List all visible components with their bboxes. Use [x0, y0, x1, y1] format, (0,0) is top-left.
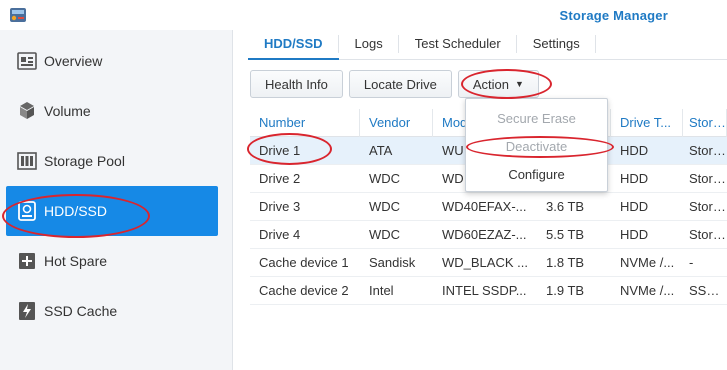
title-bar: Storage Manager [0, 0, 727, 30]
table-cell: NVMe /... [620, 282, 675, 298]
sidebar-item-volume[interactable]: Volume [6, 86, 218, 136]
table-cell: 1.9 TB [546, 282, 585, 298]
table-cell: Drive 2 [259, 170, 301, 186]
table-row[interactable]: Drive 4 WDC WD60EZAZ-... 5.5 TB HDD Stor… [250, 221, 727, 249]
menu-item-configure[interactable]: Configure [466, 161, 607, 189]
tab-hdd-ssd[interactable]: HDD/SSD [248, 30, 339, 60]
hdd-icon [16, 200, 38, 222]
column-header[interactable]: Storag [683, 108, 727, 137]
table-row[interactable]: Cache device 1 Sandisk WD_BLACK ... 1.8 … [250, 249, 727, 277]
table-cell: Intel [369, 282, 394, 298]
caret-down-icon: ▼ [515, 79, 524, 89]
table-cell: Drive 3 [259, 198, 301, 214]
health-info-button[interactable]: Health Info [250, 70, 343, 98]
sidebar-item-label: Storage Pool [44, 153, 125, 169]
table-cell: HDD [620, 226, 649, 242]
table-cell: INTEL SSDP... [442, 282, 527, 298]
table-cell: Sandisk [369, 254, 416, 270]
table-cell: WDC [369, 198, 401, 214]
column-header[interactable]: Drive T... [611, 108, 683, 137]
menu-item-secure-erase[interactable]: Secure Erase [466, 105, 607, 133]
table-cell: WD40EFAX-... [442, 198, 527, 214]
column-header[interactable]: Vendor [360, 108, 433, 137]
sidebar: Overview Volume Storage Pool HDD/SSD Hot… [0, 30, 233, 370]
table-cell: WD60EZAZ-... [442, 226, 527, 242]
table-cell: Cache device 1 [259, 254, 349, 270]
table-cell: WD_BLACK ... [442, 254, 528, 270]
table-cell: WDC [369, 170, 401, 186]
table-cell: 3.6 TB [546, 198, 585, 214]
table-cell: SSD C [689, 282, 727, 298]
locate-drive-button[interactable]: Locate Drive [348, 70, 452, 98]
tab-bar: HDD/SSD Logs Test Scheduler Settings [248, 30, 727, 60]
table-cell: 1.8 TB [546, 254, 585, 270]
storage-manager-app-icon [8, 5, 28, 25]
table-cell: HDD [620, 170, 649, 186]
sidebar-item-hot-spare[interactable]: Hot Spare [6, 236, 218, 286]
hot-spare-icon [16, 250, 38, 272]
main-panel: HDD/SSD Logs Test Scheduler Settings Hea… [234, 30, 727, 370]
table-cell: WDC [369, 226, 401, 242]
table-cell: ATA [369, 142, 393, 158]
sidebar-item-hdd-ssd[interactable]: HDD/SSD [6, 186, 218, 236]
sidebar-item-label: SSD Cache [44, 303, 118, 319]
table-row[interactable]: Drive 3 WDC WD40EFAX-... 3.6 TB HDD Stor… [250, 193, 727, 221]
tab-settings[interactable]: Settings [517, 30, 596, 60]
volume-icon [16, 100, 38, 122]
table-cell: Storag [689, 170, 727, 186]
table-cell: Storag [689, 226, 727, 242]
table-cell: NVMe /... [620, 254, 675, 270]
action-dropdown-menu: Secure Erase Deactivate Configure [465, 98, 608, 192]
table-cell: Drive 1 [259, 142, 301, 158]
window-title: Storage Manager [559, 8, 668, 23]
table-cell: Storag [689, 198, 727, 214]
sidebar-item-ssd-cache[interactable]: SSD Cache [6, 286, 218, 336]
sidebar-item-overview[interactable]: Overview [6, 36, 218, 86]
table-cell: - [689, 254, 694, 270]
overview-icon [16, 50, 38, 72]
table-cell: HDD [620, 198, 649, 214]
storage-pool-icon [16, 150, 38, 172]
sidebar-item-label: Overview [44, 53, 103, 69]
column-header[interactable]: Number [250, 108, 360, 137]
table-cell: HDD [620, 142, 649, 158]
tab-test-scheduler[interactable]: Test Scheduler [399, 30, 517, 60]
table-cell: Drive 4 [259, 226, 301, 242]
sidebar-item-label: HDD/SSD [44, 203, 108, 219]
sidebar-item-label: Volume [44, 103, 91, 119]
sidebar-item-storage-pool[interactable]: Storage Pool [6, 136, 218, 186]
tab-logs[interactable]: Logs [339, 30, 399, 60]
sidebar-item-label: Hot Spare [44, 253, 108, 269]
table-cell: Cache device 2 [259, 282, 349, 298]
ssd-cache-icon [16, 300, 38, 322]
table-cell: 5.5 TB [546, 226, 585, 242]
menu-item-deactivate[interactable]: Deactivate [466, 133, 607, 161]
action-button[interactable]: Action ▼ [457, 70, 539, 98]
table-cell: Storag [689, 142, 727, 158]
toolbar: Health Info Locate Drive Action ▼ [250, 70, 545, 100]
action-button-label: Action [472, 76, 509, 92]
table-row[interactable]: Cache device 2 Intel INTEL SSDP... 1.9 T… [250, 277, 727, 305]
